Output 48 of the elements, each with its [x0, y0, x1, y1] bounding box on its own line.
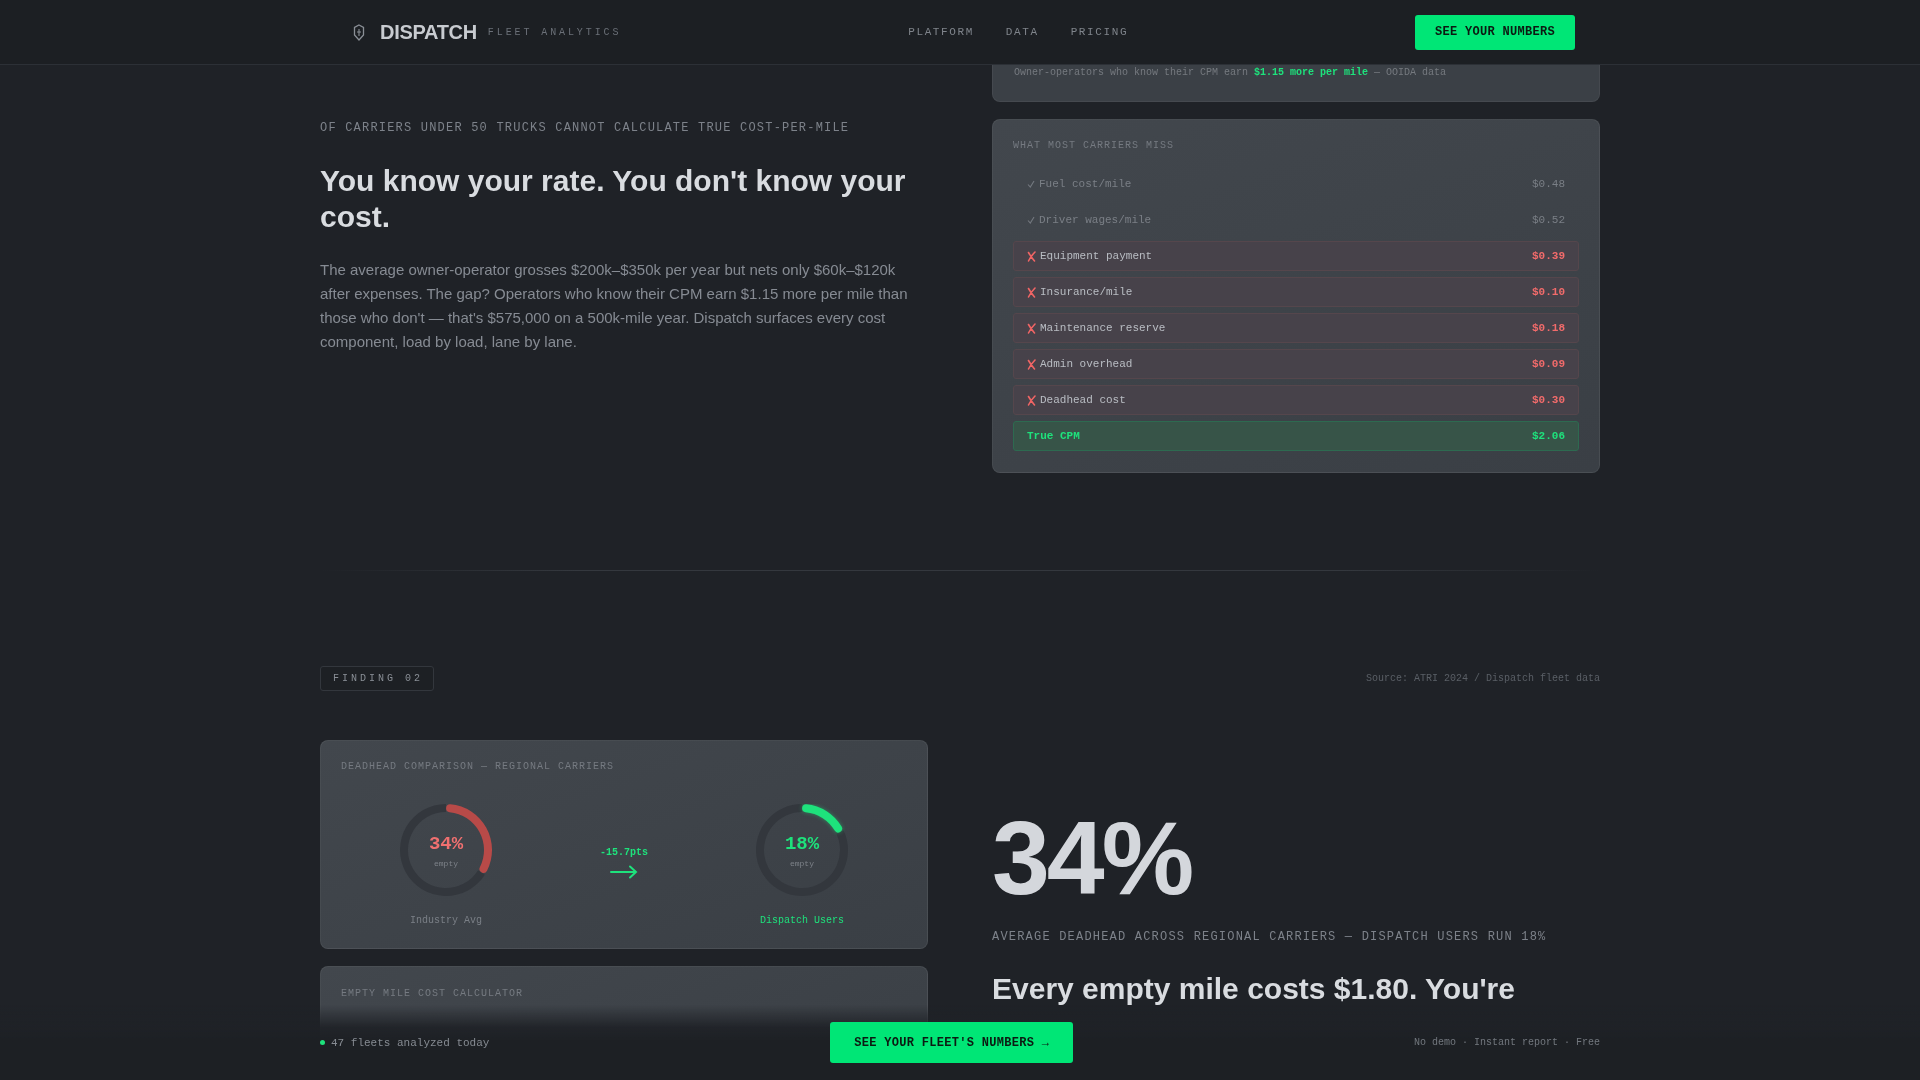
see-fleet-numbers-button[interactable]: SEE YOUR FLEET'S NUMBERS →	[830, 1022, 1074, 1063]
gauge-label: Dispatch Users	[759, 914, 844, 928]
brand-name[interactable]: DISPATCH	[380, 20, 477, 44]
cost-value: $0.09	[1532, 358, 1565, 370]
cross-icon	[1027, 322, 1036, 334]
cost-label: Maintenance reserve	[1040, 322, 1166, 334]
cost-label: True CPM	[1027, 430, 1080, 442]
status-dot-icon	[320, 1040, 325, 1045]
status-text: 47 fleets analyzed today	[331, 1036, 490, 1049]
cross-icon	[1027, 394, 1036, 406]
stat-caption: OF CARRIERS UNDER 50 TRUCKS CANNOT CALCULATE TRUE COST-PER-MILE	[320, 120, 851, 136]
arrow-right-icon	[609, 865, 639, 879]
nav-link[interactable]: DATA	[1005, 25, 1039, 39]
cost-label: Equipment payment	[1040, 250, 1153, 262]
cost-value: $0.39	[1532, 250, 1565, 262]
gauge-value: 18%	[784, 834, 820, 854]
cost-value: $2.06	[1532, 430, 1565, 442]
cost-label: Driver wages/mile	[1039, 214, 1152, 226]
bar-note: No demo · Instant report · Free	[1413, 1037, 1600, 1048]
nav-link[interactable]: PRICING	[1070, 25, 1129, 39]
headline: You know your rate. You don't know your cost.	[320, 163, 907, 235]
headline: Every empty mile costs $1.80. You're	[992, 971, 1516, 1007]
cross-icon	[1027, 358, 1036, 370]
cross-icon	[1027, 250, 1036, 262]
cost-label: Deadhead cost	[1040, 394, 1126, 406]
cost-value: $0.10	[1532, 286, 1565, 298]
gauge-label: Industry Avg	[410, 914, 482, 928]
cost-label: Admin overhead	[1040, 358, 1133, 370]
source-note: Source: ATRI 2024 / Dispatch fleet data	[1365, 673, 1600, 684]
stat-caption: AVERAGE DEADHEAD ACROSS REGIONAL CARRIERS — DISPATCH USERS RUN 18%	[992, 929, 1548, 945]
finding-tag: FINDING 02	[320, 666, 434, 691]
cross-icon	[1027, 286, 1036, 298]
see-numbers-button[interactable]: SEE YOUR NUMBERS	[1414, 14, 1575, 50]
cost-value: $0.48	[1532, 178, 1565, 190]
big-stat: 34%	[992, 806, 1193, 910]
check-icon	[1027, 180, 1035, 188]
donut-slice	[802, 804, 843, 833]
nav-link[interactable]: PLATFORM	[908, 25, 974, 39]
cost-label: Insurance/mile	[1040, 286, 1133, 298]
cost-value: $0.18	[1532, 322, 1565, 334]
cost-value: $0.52	[1532, 214, 1565, 226]
shield-icon	[353, 23, 365, 41]
check-icon	[1027, 216, 1035, 224]
delta-value: -15.7pts	[600, 846, 648, 860]
brand-tagline: FLEET ANALYTICS	[487, 26, 622, 38]
cost-value: $0.30	[1532, 394, 1565, 406]
gauge-value: 34%	[428, 834, 464, 854]
body-paragraph: The average owner-operator grosses $200k–$350k per year but nets only $60k–$120k after expenses. The gap? Operators who know their CPM earn $1.15 more per mile than those who don't — that's $575,000 on a 500k-mile year. Dispatch surfaces every cost component, load by load, lane by lane.	[320, 260, 909, 352]
